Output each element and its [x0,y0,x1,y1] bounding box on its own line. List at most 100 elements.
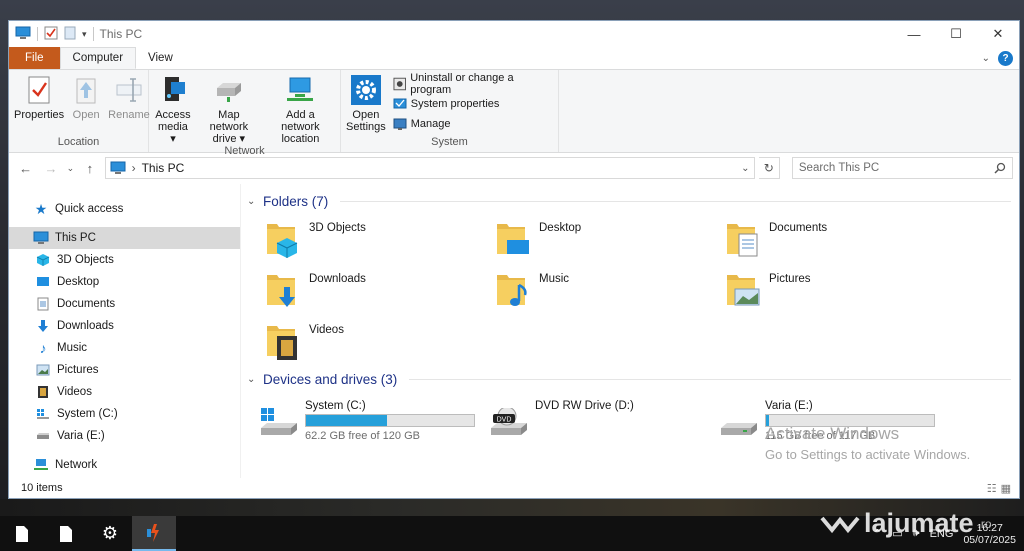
folder-label: Downloads [309,273,366,285]
media-server-icon [164,77,185,101]
maximize-button[interactable]: ☐ [935,21,977,47]
window-controls: — ☐ ✕ [893,21,1019,47]
folder-pictures[interactable]: Pictures [725,269,955,311]
nav-label: System (C:) [57,408,118,420]
nav-item-this-pc[interactable]: This PC [9,227,240,249]
folder-videos[interactable]: Videos [265,320,495,362]
drives-section-header[interactable]: ⌄ Devices and drives (3) [247,368,1011,390]
uninstall-label: Uninstall or change a program [410,72,514,96]
ribbon-right-controls: ⌄ ? [982,47,1019,69]
drive-system-c[interactable]: System (C:) 62.2 GB free of 120 GB [259,398,489,442]
folder-label: Videos [309,324,344,336]
nav-item-3d-objects[interactable]: 3D Objects [9,249,240,271]
nav-item-documents[interactable]: Documents [9,293,240,315]
close-button[interactable]: ✕ [977,21,1019,47]
nav-item-quick-access[interactable]: ★ Quick access [9,198,240,220]
taskbar-document-icon[interactable] [44,516,88,551]
add-location-label-2: location [281,133,320,145]
drive-label: System (C:) [305,400,366,412]
divider [340,200,1011,202]
system-properties-button[interactable]: System properties [393,96,552,112]
star-icon: ★ [34,200,48,217]
map-drive-label-1: Map network [209,109,249,133]
system-properties-label: System properties [410,98,500,110]
rename-label: Rename [108,109,150,121]
recent-locations-icon[interactable]: ⌄ [66,163,76,174]
computer-icon[interactable] [15,26,31,43]
folder-music[interactable]: Music [495,269,725,311]
divider [37,27,38,41]
up-icon[interactable]: ↑ [79,161,100,176]
manage-button[interactable]: Manage [393,116,552,132]
taskbar-file-icon[interactable] [0,516,44,551]
nav-label: Quick access [55,203,124,215]
refresh-icon: ↻ [763,161,774,175]
item-count: 10 items [21,482,63,494]
network-icon [33,457,49,473]
nav-item-varia-e[interactable]: Varia (E:) [9,425,240,447]
uninstall-icon [393,77,406,91]
settings-gear-icon [350,75,381,105]
nav-item-network[interactable]: Network [9,454,240,476]
nav-label: Network [55,459,98,471]
address-bar[interactable]: › This PC ⌄ [104,157,755,179]
properties-icon[interactable] [44,26,58,43]
nav-item-desktop[interactable]: Desktop [9,271,240,293]
details-view-icon[interactable]: ☷ [987,482,997,495]
open-settings-button[interactable]: Open Settings [343,74,389,136]
taskbar-settings-gear-icon[interactable]: ⚙ [88,516,132,551]
help-icon[interactable]: ? [998,50,1013,66]
expand-ribbon-icon[interactable]: ⌄ [982,53,990,64]
access-media-button[interactable]: Access media ▾ [151,74,195,145]
collapse-chevron-icon[interactable]: ⌄ [247,374,257,385]
tab-file[interactable]: File [9,47,60,69]
nav-item-downloads[interactable]: Downloads [9,315,240,337]
folder-desktop[interactable]: Desktop [495,218,725,260]
forward-icon[interactable]: → [40,161,61,176]
nav-item-videos[interactable]: Videos [9,381,240,403]
folder-label: Desktop [539,222,582,234]
uninstall-program-button[interactable]: Uninstall or change a program [393,72,552,96]
rename-button[interactable]: Rename [105,74,153,136]
tab-view[interactable]: View [136,47,185,69]
folder-documents[interactable]: Documents [725,218,955,260]
content-area: ★ Quick access This PC 3D Objects Deskto… [9,184,1019,478]
nav-item-music[interactable]: ♪ Music [9,337,240,359]
minimize-button[interactable]: — [893,21,935,47]
ribbon-group-network: Access media ▾ Map network drive ▾ Add a… [149,70,341,157]
refresh-button[interactable]: ↻ [758,157,780,179]
properties-button[interactable]: Properties [11,74,67,136]
open-button[interactable]: Open [67,74,105,136]
rename-icon [116,78,142,102]
taskbar-app-icon[interactable] [132,516,176,551]
folder-downloads[interactable]: Downloads [265,269,495,311]
customize-toolbar-icon[interactable]: ▾ [82,29,87,40]
search-input[interactable]: Search This PC [799,162,994,174]
tab-computer[interactable]: Computer [59,47,137,69]
status-bar: 10 items ☷ ▦ [9,478,1019,498]
drive-dvd-d[interactable]: DVD DVD RW Drive (D:) [489,398,719,442]
back-icon[interactable]: ← [15,161,36,176]
nav-item-system-c[interactable]: System (C:) [9,403,240,425]
address-path[interactable]: This PC [142,161,736,175]
navigation-pane: ★ Quick access This PC 3D Objects Deskto… [9,184,241,478]
folders-section-header[interactable]: ⌄ Folders (7) [247,190,1011,212]
map-network-drive-button[interactable]: Map network drive ▾ [195,74,263,145]
breadcrumb-separator-icon[interactable]: › [132,161,136,175]
large-icons-view-icon[interactable]: ▦ [1001,482,1011,495]
ribbon-tabs: File Computer View ⌄ ? [9,47,1019,69]
address-dropdown-icon[interactable]: ⌄ [741,163,749,174]
nav-item-pictures[interactable]: Pictures [9,359,240,381]
access-media-label-2: media ▾ [157,121,188,145]
nav-label: Music [57,342,88,354]
folder-label: Music [539,273,570,285]
search-box[interactable]: Search This PC [791,157,1014,179]
collapse-chevron-icon[interactable]: ⌄ [247,196,257,207]
watermark-logo-icon [820,516,860,533]
new-folder-icon[interactable] [64,26,76,43]
ribbon-group-system: Open Settings Uninstall or change a prog… [341,70,559,152]
add-network-location-button[interactable]: Add a network location [263,74,338,145]
folder-3d-objects[interactable]: 3D Objects [265,218,495,260]
drives-heading: Devices and drives (3) [263,371,398,387]
system-properties-icon [393,98,407,109]
